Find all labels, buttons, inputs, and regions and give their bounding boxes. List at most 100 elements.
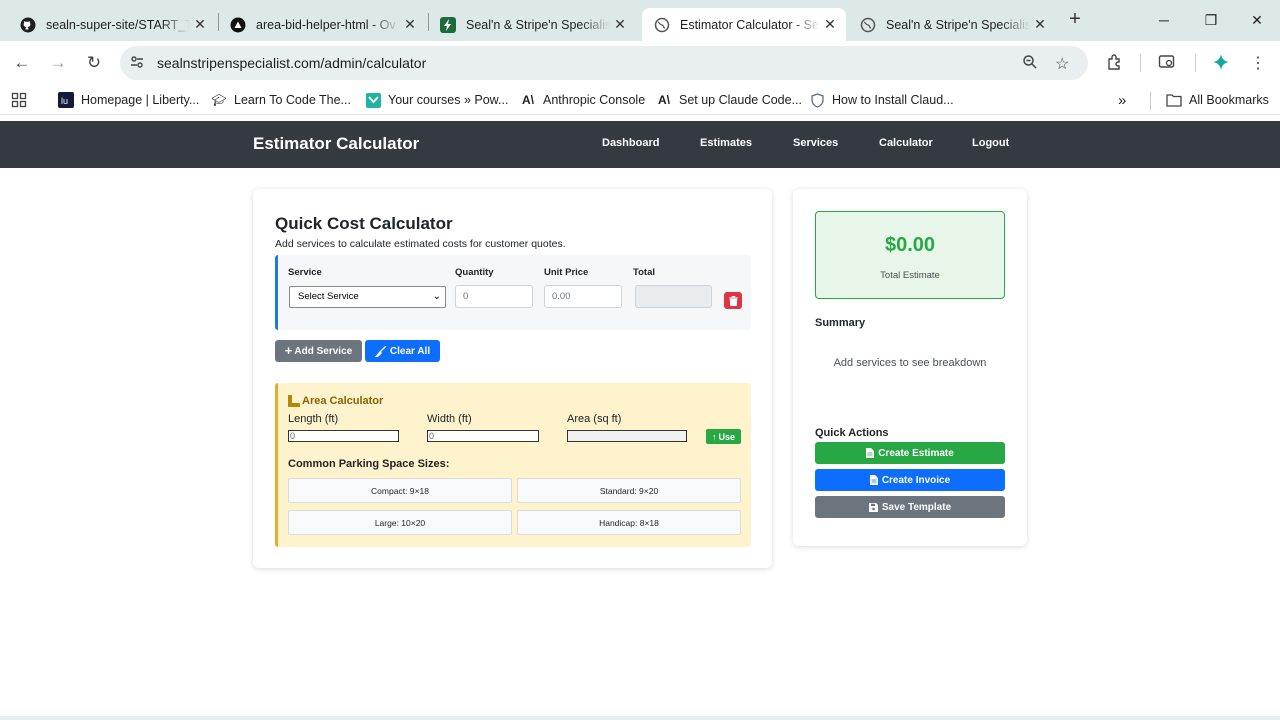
- all-bookmarks[interactable]: All Bookmarks: [1166, 92, 1269, 108]
- size-handicap-button[interactable]: Handicap: 8×18: [517, 510, 741, 535]
- more-bookmarks-icon[interactable]: »: [1118, 92, 1126, 109]
- menu-kebab-icon[interactable]: ⋮: [1247, 53, 1269, 75]
- size-large-button[interactable]: Large: 10×20: [288, 510, 512, 535]
- length-input[interactable]: 0: [288, 430, 399, 442]
- bookmark-star-icon[interactable]: ☆: [1055, 54, 1069, 74]
- app-brand[interactable]: Estimator Calculator: [253, 134, 419, 154]
- invoice-icon: [869, 475, 878, 485]
- save-icon: [868, 502, 878, 512]
- nav-calculator[interactable]: Calculator: [879, 137, 933, 149]
- total-estimate-card: $0.00 Total Estimate: [815, 211, 1005, 299]
- extensions-icon[interactable]: [1104, 53, 1126, 75]
- unit-price-label: Unit Price: [544, 267, 589, 278]
- estimate-sidebar: $0.00 Total Estimate Summary Add service…: [793, 189, 1027, 546]
- ruler-icon: [288, 395, 300, 407]
- address-bar[interactable]: sealnstripenspecialist.com/admin/calcula…: [120, 46, 1088, 80]
- page-title: Quick Cost Calculator: [275, 214, 453, 233]
- tab-title: sealn-super-site/START_TO: [46, 17, 190, 32]
- broom-icon: [374, 345, 387, 357]
- bookmark-item[interactable]: 🎓︎ Learn To Code The...: [211, 92, 351, 108]
- nav-dashboard[interactable]: Dashboard: [602, 137, 659, 149]
- arrow-up-icon: ↑: [711, 431, 717, 442]
- unit-price-input[interactable]: 0.00: [544, 285, 622, 308]
- service-row: Service Quantity Unit Price Total Select…: [275, 255, 751, 330]
- forward-icon[interactable]: →: [45, 50, 71, 76]
- tab-title: Estimator Calculator - Seal: [680, 17, 820, 32]
- nav-estimates[interactable]: Estimates: [700, 137, 752, 149]
- close-tab-icon[interactable]: ✕: [1030, 16, 1050, 33]
- minimize-icon[interactable]: ─: [1150, 8, 1178, 32]
- delete-service-button[interactable]: [724, 292, 742, 309]
- area-output: [567, 430, 687, 442]
- browser-toolbar: ← → ↻ sealnstripenspecialist.com/admin/c…: [0, 41, 1280, 85]
- folder-icon: [1166, 92, 1182, 108]
- url-text: sealnstripenspecialist.com/admin/calcula…: [157, 55, 427, 71]
- bookmark-item[interactable]: How to Install Claud...: [809, 92, 954, 108]
- restore-icon[interactable]: ❐: [1197, 8, 1225, 32]
- browser-tab-active[interactable]: Estimator Calculator - Seal ✕: [642, 8, 846, 41]
- nav-services[interactable]: Services: [793, 137, 838, 149]
- apps-grid-icon[interactable]: [11, 92, 27, 108]
- nav-logout[interactable]: Logout: [972, 137, 1009, 149]
- tab-title: Seal'n & Stripe'n Specialist: [466, 17, 610, 32]
- new-tab-icon[interactable]: +: [1064, 9, 1086, 31]
- bookmark-item[interactable]: lu Homepage | Liberty...: [58, 92, 199, 108]
- anthropic-icon: A\: [658, 93, 670, 107]
- github-icon: [20, 17, 36, 33]
- total-estimate-label: Total Estimate: [880, 270, 940, 281]
- back-icon[interactable]: ←: [9, 50, 35, 76]
- tab-title: Seal'n & Stripe'n Specialist: [886, 17, 1030, 32]
- anthropic-icon: A\: [522, 93, 534, 107]
- add-service-button[interactable]: + Add Service: [275, 340, 362, 362]
- clear-all-button[interactable]: Clear All: [365, 340, 440, 362]
- zoom-icon[interactable]: [1022, 54, 1038, 75]
- liberty-icon: lu: [58, 92, 74, 108]
- close-tab-icon[interactable]: ✕: [610, 16, 630, 33]
- total-label: Total: [633, 267, 655, 278]
- courses-icon: [365, 92, 381, 108]
- close-tab-icon[interactable]: ✕: [400, 16, 420, 33]
- reload-icon[interactable]: ↻: [81, 50, 107, 76]
- globe-icon: [654, 17, 670, 33]
- svg-text:lu: lu: [61, 96, 68, 106]
- size-compact-button[interactable]: Compact: 9×18: [288, 478, 512, 503]
- site-settings-icon[interactable]: [129, 54, 145, 75]
- close-tab-icon[interactable]: ✕: [190, 16, 210, 33]
- graduation-cap-icon: 🎓︎: [211, 93, 227, 107]
- bookmark-item[interactable]: A\ Set up Claude Code...: [656, 92, 802, 108]
- save-template-button[interactable]: Save Template: [815, 496, 1005, 518]
- plus-icon: +: [284, 343, 293, 358]
- quantity-label: Quantity: [455, 267, 494, 278]
- app-navbar: Estimator Calculator Dashboard Estimates…: [0, 121, 1280, 168]
- close-tab-icon[interactable]: ✕: [820, 16, 840, 33]
- browser-tab[interactable]: Seal'n & Stripe'n Specialist ✕: [848, 8, 1056, 41]
- browser-tab[interactable]: sealn-super-site/START_TO ✕: [8, 8, 216, 41]
- browser-tab-bar: sealn-super-site/START_TO ✕ area-bid-hel…: [0, 0, 1280, 41]
- shield-icon: [809, 92, 825, 108]
- gemini-icon[interactable]: [1210, 53, 1232, 75]
- browser-tab[interactable]: area-bid-helper-html - Ov ✕: [218, 8, 426, 41]
- area-calculator: Area Calculator Length (ft) Width (ft) A…: [275, 383, 751, 547]
- tab-title: area-bid-helper-html - Ov: [256, 17, 396, 32]
- vercel-icon: [230, 17, 246, 33]
- quantity-input[interactable]: 0: [455, 285, 533, 308]
- total-amount: $0.00: [884, 234, 936, 256]
- create-estimate-button[interactable]: Create Estimate: [815, 442, 1005, 464]
- service-select[interactable]: Select Service ⌄: [289, 286, 446, 308]
- bookmark-item[interactable]: A\ Anthropic Console: [520, 92, 645, 108]
- browser-tab[interactable]: Seal'n & Stripe'n Specialist ✕: [428, 8, 636, 41]
- bookmark-item[interactable]: Your courses » Pow...: [365, 92, 508, 108]
- calculator-card: Quick Cost Calculator Add services to ca…: [253, 189, 772, 568]
- window-bottom-edge: [0, 716, 1280, 720]
- size-standard-button[interactable]: Standard: 9×20: [517, 478, 741, 503]
- bolt-icon: [440, 16, 456, 33]
- tab-search-icon[interactable]: [1156, 53, 1178, 75]
- width-label: Width (ft): [427, 413, 472, 425]
- create-invoice-button[interactable]: Create Invoice: [815, 469, 1005, 491]
- area-label: Area (sq ft): [567, 413, 622, 425]
- trash-icon: [728, 295, 738, 306]
- width-input[interactable]: 0: [427, 430, 539, 442]
- common-sizes-title: Common Parking Space Sizes:: [288, 458, 450, 470]
- close-window-icon[interactable]: ✕: [1243, 8, 1271, 32]
- use-area-button[interactable]: ↑ Use: [706, 429, 741, 444]
